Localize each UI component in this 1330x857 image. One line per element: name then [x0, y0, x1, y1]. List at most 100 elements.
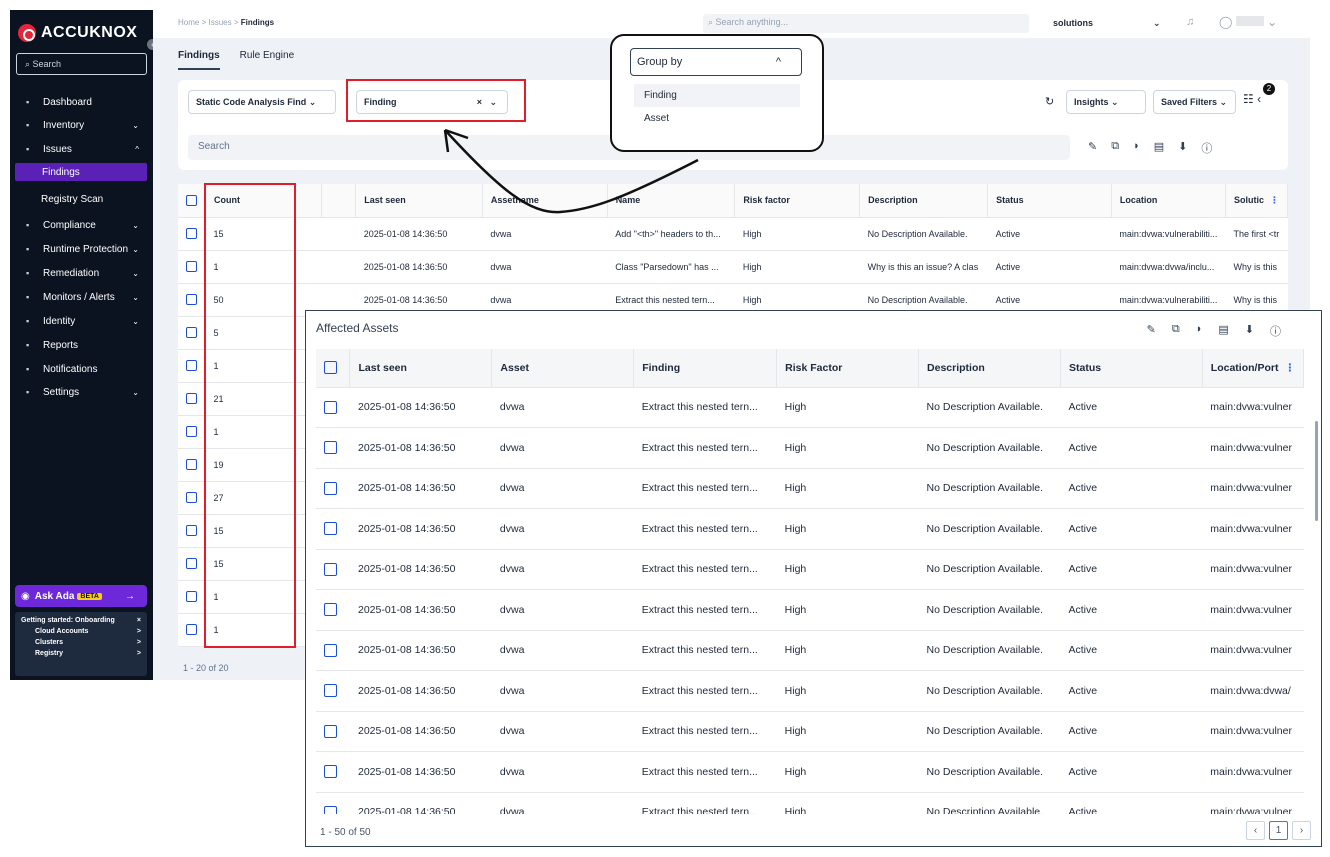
sidebar-item-reports[interactable]: ▪ Reports [10, 336, 153, 354]
column-header[interactable]: Description [859, 184, 989, 218]
close-icon[interactable]: × [137, 617, 141, 624]
column-header[interactable]: Description [918, 349, 1061, 388]
column-header[interactable]: Last seen [349, 349, 493, 388]
ask-ada-button[interactable]: ◉ Ask Ada BETA → [15, 585, 147, 607]
row-checkbox[interactable] [178, 415, 206, 449]
row-checkbox[interactable] [316, 670, 350, 712]
group-option-asset[interactable]: Asset [634, 107, 800, 130]
table-row[interactable]: 2025-01-08 14:36:50 dvwa Extract this nest… [316, 589, 1304, 631]
column-header[interactable]: Risk factor [734, 184, 861, 218]
column-header[interactable]: Risk Factor [776, 349, 920, 388]
row-checkbox[interactable] [178, 250, 206, 284]
table-row[interactable]: 2025-01-08 14:36:50 dvwa Extract this nest… [316, 711, 1304, 752]
download-icon[interactable]: ⬇ [1245, 323, 1254, 339]
info-icon[interactable]: ⓘ [1270, 323, 1281, 339]
row-checkbox[interactable] [178, 547, 206, 581]
row-checkbox[interactable] [316, 589, 350, 631]
tab-findings[interactable]: Findings [178, 50, 220, 70]
tag-icon[interactable]: ◗ [1133, 140, 1140, 156]
row-checkbox[interactable] [316, 549, 350, 590]
ticket-icon[interactable]: ▤ [1154, 140, 1164, 156]
tag-icon[interactable]: ◗ [1196, 323, 1203, 339]
table-row[interactable]: 2025-01-08 14:36:50 dvwa Extract this nest… [316, 792, 1304, 814]
sidebar-item-identity[interactable]: ▪ Identity ⌄ [10, 312, 153, 330]
row-checkbox[interactable] [316, 427, 350, 469]
table-row[interactable]: 1 2025-01-08 14:36:50 dvwa Class "Parsedown… [178, 250, 1288, 284]
copy-icon[interactable]: ⧉ [1172, 323, 1180, 339]
table-row[interactable]: 2025-01-08 14:36:50 dvwa Extract this nest… [316, 670, 1304, 712]
table-row[interactable]: 2025-01-08 14:36:50 dvwa Extract this nest… [316, 468, 1304, 509]
sidebar-item-notifications[interactable]: ▪ Notifications [10, 360, 153, 378]
sidebar-item-dashboard[interactable]: ▪ Dashboard [10, 93, 153, 111]
row-checkbox[interactable] [316, 508, 350, 550]
column-header[interactable]: Status [1060, 349, 1203, 388]
row-checkbox[interactable] [178, 580, 206, 614]
info-icon[interactable]: ⓘ [1201, 140, 1212, 156]
select-all-checkbox[interactable] [316, 349, 351, 388]
sidebar-item-remediation[interactable]: ▪ Remediation ⌄ [10, 264, 153, 282]
row-checkbox[interactable] [178, 613, 206, 647]
next-page-button[interactable]: › [1292, 821, 1311, 840]
sidebar-item-monitors-alerts[interactable]: ▪ Monitors / Alerts ⌄ [10, 288, 153, 306]
table-row[interactable]: 2025-01-08 14:36:50 dvwa Extract this nest… [316, 751, 1304, 793]
table-row[interactable]: 2025-01-08 14:36:50 dvwa Extract this nest… [316, 427, 1304, 469]
table-row[interactable]: 2025-01-08 14:36:50 dvwa Extract this nest… [316, 630, 1304, 671]
sidebar-item-compliance[interactable]: ▪ Compliance ⌄ [10, 216, 153, 234]
row-checkbox[interactable] [316, 751, 350, 793]
group-by-select[interactable]: Group by ^ [630, 48, 802, 76]
row-checkbox[interactable] [178, 448, 206, 482]
row-checkbox[interactable] [178, 217, 206, 251]
row-checkbox[interactable] [316, 468, 350, 509]
column-header[interactable]: Asset [491, 349, 635, 388]
column-header[interactable]: Status [987, 184, 1112, 218]
workspace-select[interactable]: solutions ⌄ [1053, 18, 1161, 29]
select-all-checkbox[interactable] [178, 184, 206, 218]
download-icon[interactable]: ⬇ [1178, 140, 1187, 156]
row-checkbox[interactable] [316, 630, 350, 671]
table-row[interactable]: 2025-01-08 14:36:50 dvwa Extract this nest… [316, 387, 1304, 428]
refresh-icon[interactable]: ↻ [1045, 95, 1054, 108]
onboarding-item[interactable]: Registry > [21, 650, 141, 657]
sidebar-item-issues[interactable]: ▪ Issues ^ [10, 140, 153, 158]
prev-page-button[interactable]: ‹ [1246, 821, 1265, 840]
sidebar-search-input[interactable]: ⌕ Search [16, 53, 147, 75]
ticket-icon[interactable]: ▤ [1218, 323, 1228, 339]
global-search-input[interactable]: ⌕ Search anything... [703, 14, 1029, 33]
row-checkbox[interactable] [178, 382, 206, 416]
page-number[interactable]: 1 [1269, 821, 1288, 840]
insights-select[interactable]: Insights ⌄ [1066, 90, 1146, 114]
sidebar-item-inventory[interactable]: ▪ Inventory ⌄ [10, 116, 153, 134]
row-checkbox[interactable] [178, 349, 206, 383]
filter-settings-icon[interactable]: ☷ ‹ [1243, 92, 1261, 106]
onboarding-item[interactable]: Cloud Accounts > [21, 628, 141, 635]
row-checkbox[interactable] [316, 792, 350, 814]
row-checkbox[interactable] [316, 711, 350, 752]
column-header[interactable]: Solutic ⋮ [1225, 184, 1289, 218]
bell-icon[interactable]: ♫ [1186, 16, 1194, 28]
row-checkbox[interactable] [316, 387, 350, 428]
row-checkbox[interactable] [178, 283, 206, 317]
column-menu-icon[interactable]: ⋮ [1284, 362, 1295, 374]
column-header[interactable]: Location [1111, 184, 1226, 218]
column-header[interactable]: Finding [633, 349, 778, 388]
row-checkbox[interactable] [178, 316, 206, 350]
tab-rule-engine[interactable]: Rule Engine [240, 50, 294, 70]
column-header[interactable]: Location/Port ⋮ [1202, 349, 1304, 388]
table-row[interactable]: 2025-01-08 14:36:50 dvwa Extract this nest… [316, 549, 1304, 590]
sidebar-item-registry-scan[interactable]: Registry Scan [10, 190, 153, 208]
copy-icon[interactable]: ⧉ [1111, 140, 1119, 156]
edit-icon[interactable]: ✎ [1147, 323, 1156, 339]
group-option-finding[interactable]: Finding [634, 84, 800, 107]
scrollbar[interactable] [1315, 421, 1318, 521]
column-menu-icon[interactable]: ⋮ [1270, 195, 1279, 205]
user-avatar-icon[interactable]: ◯ ⌄ [1219, 15, 1277, 29]
onboarding-item[interactable]: Clusters > [21, 639, 141, 646]
edit-icon[interactable]: ✎ [1088, 140, 1097, 156]
row-checkbox[interactable] [178, 481, 206, 515]
saved-filters-select[interactable]: Saved Filters ⌄ [1153, 90, 1236, 114]
table-row[interactable]: 15 2025-01-08 14:36:50 dvwa Add "<th>" head… [178, 217, 1288, 251]
source-filter-select[interactable]: Static Code Analysis Find ⌄ [188, 90, 336, 114]
sidebar-item-runtime-protection[interactable]: ▪ Runtime Protection ⌄ [10, 240, 153, 258]
sidebar-item-findings[interactable]: Findings [15, 163, 147, 181]
row-checkbox[interactable] [178, 514, 206, 548]
